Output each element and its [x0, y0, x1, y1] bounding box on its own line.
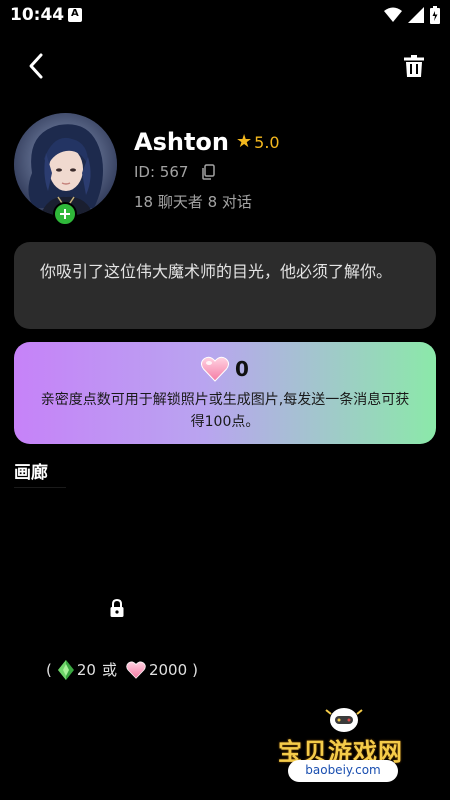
gallery-divider [14, 487, 66, 488]
unlock-price: ( 20 或 2000 ) [46, 659, 198, 680]
copy-icon[interactable] [200, 164, 216, 180]
add-button[interactable] [53, 202, 77, 226]
status-bar: 10:44 [0, 0, 450, 32]
avatar-portrait [14, 113, 117, 216]
open-paren: ( [46, 660, 52, 679]
star-icon: ★ [236, 131, 253, 152]
watermark: 宝贝游戏网 baobeiy.com [272, 704, 422, 794]
status-icons [384, 6, 440, 24]
gallery-title: 画廊 [14, 463, 48, 483]
status-time: 10:44 [10, 5, 65, 25]
intimacy-card: 0 亲密度点数可用于解锁照片或生成图片,每发送一条消息可获得100点。 [14, 342, 436, 444]
chevron-left-icon [29, 53, 43, 79]
wifi-icon [384, 7, 402, 22]
heart-icon [126, 660, 146, 679]
back-button[interactable] [18, 48, 54, 84]
delete-button[interactable] [396, 48, 432, 84]
gallery-item-locked[interactable]: ( 20 或 2000 ) [40, 590, 198, 690]
battery-icon [430, 6, 440, 24]
lock-icon [110, 599, 124, 617]
avatar-container [14, 113, 118, 226]
watermark-url-badge: baobeiy.com [288, 760, 398, 782]
intimacy-header: 0 [14, 356, 436, 382]
description-text: 你吸引了这位伟大魔术师的目光，他必须了解你。 [40, 262, 393, 281]
heart-price: 2000 [148, 660, 188, 679]
watermark-url: baobeiy.com [305, 763, 381, 777]
avatar[interactable] [14, 113, 117, 216]
chat-stats: 18 聊天者 8 对话 [134, 193, 252, 211]
or-text: 或 [101, 661, 117, 679]
character-id: ID: 567 [134, 163, 189, 181]
intimacy-info: 亲密度点数可用于解锁照片或生成图片,每发送一条消息可获得100点。 [40, 392, 410, 430]
intimacy-points: 0 [235, 357, 249, 381]
close-paren: ) [192, 660, 199, 679]
gamepad-mascot-icon [325, 708, 363, 732]
signal-icon [408, 7, 424, 23]
description-card: 你吸引了这位伟大魔术师的目光，他必须了解你。 [14, 242, 436, 329]
rating-value: 5.0 [254, 132, 280, 152]
heart-icon [201, 356, 230, 382]
a-notification-icon [68, 8, 82, 22]
top-bar [0, 40, 450, 90]
gem-price: 20 [76, 660, 96, 679]
name-row: Ashton ★ 5.0 [134, 128, 280, 156]
gem-icon [57, 659, 74, 680]
trash-icon [404, 55, 424, 77]
id-row: ID: 567 [134, 163, 216, 181]
character-name: Ashton [134, 128, 229, 156]
